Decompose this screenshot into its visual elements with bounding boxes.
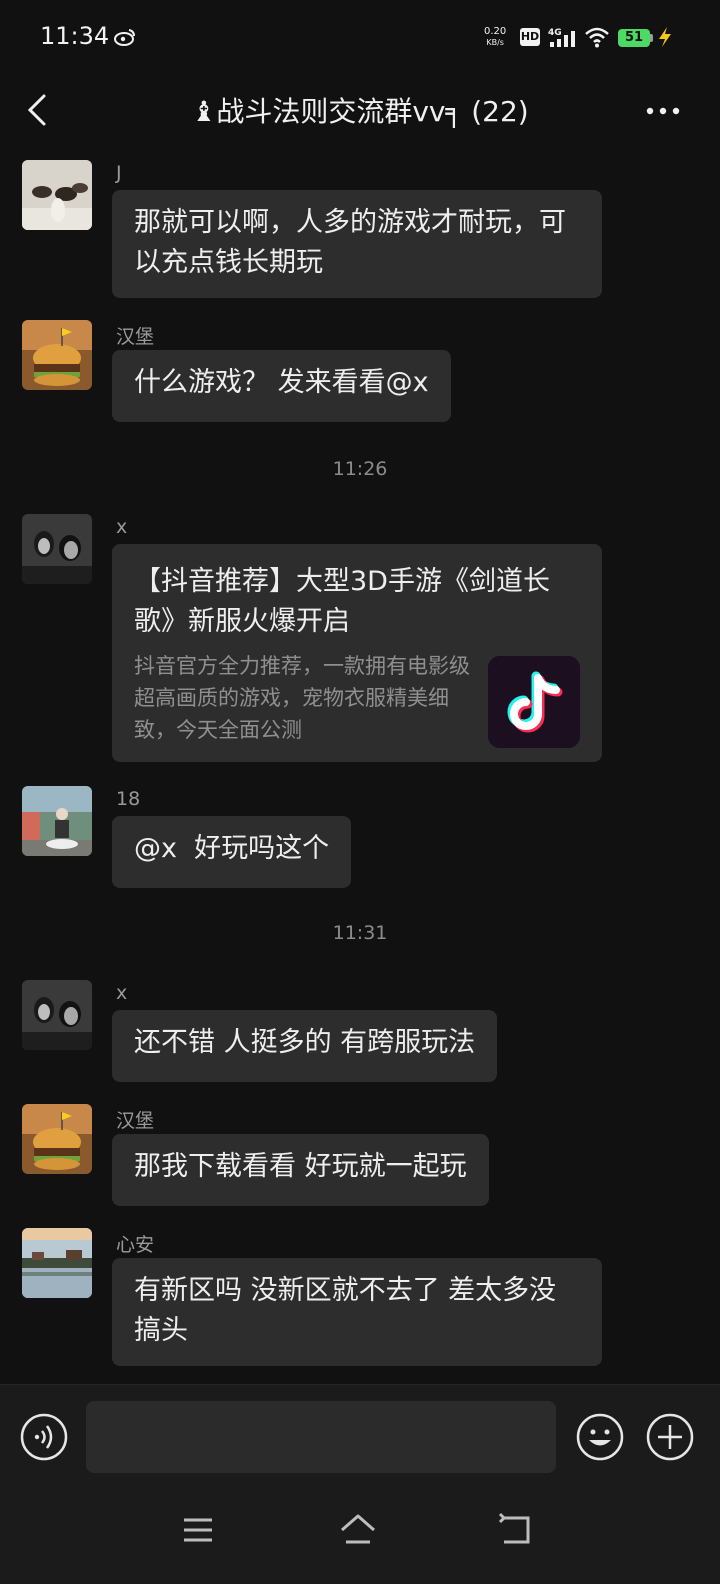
avatar[interactable] [22,1104,92,1174]
battery-indicator: 51 [618,29,650,47]
hd-icon: HD [520,28,540,46]
avatar-couple-image [22,980,92,1050]
card-title: 【抖音推荐】大型3D手游《剑道长歌》新服火爆开启 [134,566,550,637]
home-icon[interactable] [338,1510,378,1550]
card-description: 抖音官方全力推荐，一款拥有电影级超高画质的游戏，宠物衣服精美细致，今天全面公测 [134,654,470,742]
message-item: 汉堡 那我下载看看 好玩就一起玩 [0,1104,720,1206]
avatar-lake-scene-image [22,1228,92,1298]
avatar-couple-image [22,514,92,584]
sender-name: 汉堡 [116,326,155,348]
avatar[interactable] [22,160,92,230]
message-bubble[interactable]: 还不错 人挺多的 有跨服玩法 [112,1010,498,1082]
sender-name: x [116,982,128,1004]
add-attachment-icon[interactable] [646,1413,694,1461]
chat-title: ♝战斗法则交流群vv╕ (22) [191,95,529,128]
timestamp: 11:31 [332,922,388,944]
sender-name: 18 [116,788,141,810]
avatar-person-scooter-image [22,786,92,856]
emoji-icon[interactable] [576,1413,624,1461]
status-time: 11:34 [40,22,110,50]
message-bubble[interactable]: 那就可以啊，人多的游戏才耐玩，可以充点钱长期玩 [112,190,602,298]
tiktok-logo-icon [488,656,580,748]
message-bubble[interactable]: @x 好玩吗这个 [112,816,352,888]
avatar[interactable] [22,320,92,390]
voice-input-icon[interactable] [20,1413,68,1461]
sender-name: x [116,516,128,538]
avatar[interactable] [22,786,92,856]
sender-name: J [116,162,122,184]
battery-tip [650,34,653,42]
message-item: 心安 有新区吗 没新区就不去了 差太多没搞头 [0,1228,720,1368]
avatar[interactable] [22,514,92,584]
message-item: 18 @x 好玩吗这个 [0,786,720,888]
weibo-icon [114,29,135,46]
message-item: x 还不错 人挺多的 有跨服玩法 [0,980,720,1082]
network-type: 4G [548,28,562,38]
avatar[interactable] [22,980,92,1050]
message-bubble[interactable]: 有新区吗 没新区就不去了 差太多没搞头 [112,1258,602,1366]
avatar[interactable] [22,1228,92,1298]
message-input[interactable] [86,1401,556,1473]
input-bar [0,1384,720,1489]
message-item: 汉堡 什么游戏？ 发来看看@x [0,320,720,422]
wifi-icon [585,27,609,48]
more-options-button[interactable] [640,94,690,128]
charging-bolt-icon [659,27,671,47]
sender-name: 汉堡 [116,1110,155,1132]
chat-header: ♝战斗法则交流群vv╕ (22) [0,76,720,146]
network-speed-value: 0.20 [484,26,507,37]
message-item: x 【抖音推荐】大型3D手游《剑道长歌》新服火爆开启 抖音官方全力推荐，一款拥有… [0,514,720,764]
network-speed: 0.20 KB/s [484,26,506,48]
sender-name: 心安 [116,1234,155,1256]
message-bubble[interactable]: 那我下载看看 好玩就一起玩 [112,1134,489,1206]
timestamp: 11:26 [332,458,388,480]
avatar-burger-image [22,320,92,390]
avatar-alpacas-image [22,160,92,230]
system-navigation-bar [0,1488,720,1584]
back-nav-icon[interactable] [496,1510,536,1550]
back-button[interactable] [20,90,60,130]
network-speed-unit: KB/s [486,38,504,47]
menu-icon[interactable] [180,1512,216,1548]
signal-icon: 4G [548,28,575,47]
message-item: J 那就可以啊，人多的游戏才耐玩，可以充点钱长期玩 [0,160,720,300]
link-card[interactable]: 【抖音推荐】大型3D手游《剑道长歌》新服火爆开启 抖音官方全力推荐，一款拥有电影… [112,544,602,762]
message-bubble[interactable]: 什么游戏？ 发来看看@x [112,350,451,422]
avatar-burger-image [22,1104,92,1174]
status-bar: 11:34 0.20 KB/s HD 4G 51 [0,0,720,76]
